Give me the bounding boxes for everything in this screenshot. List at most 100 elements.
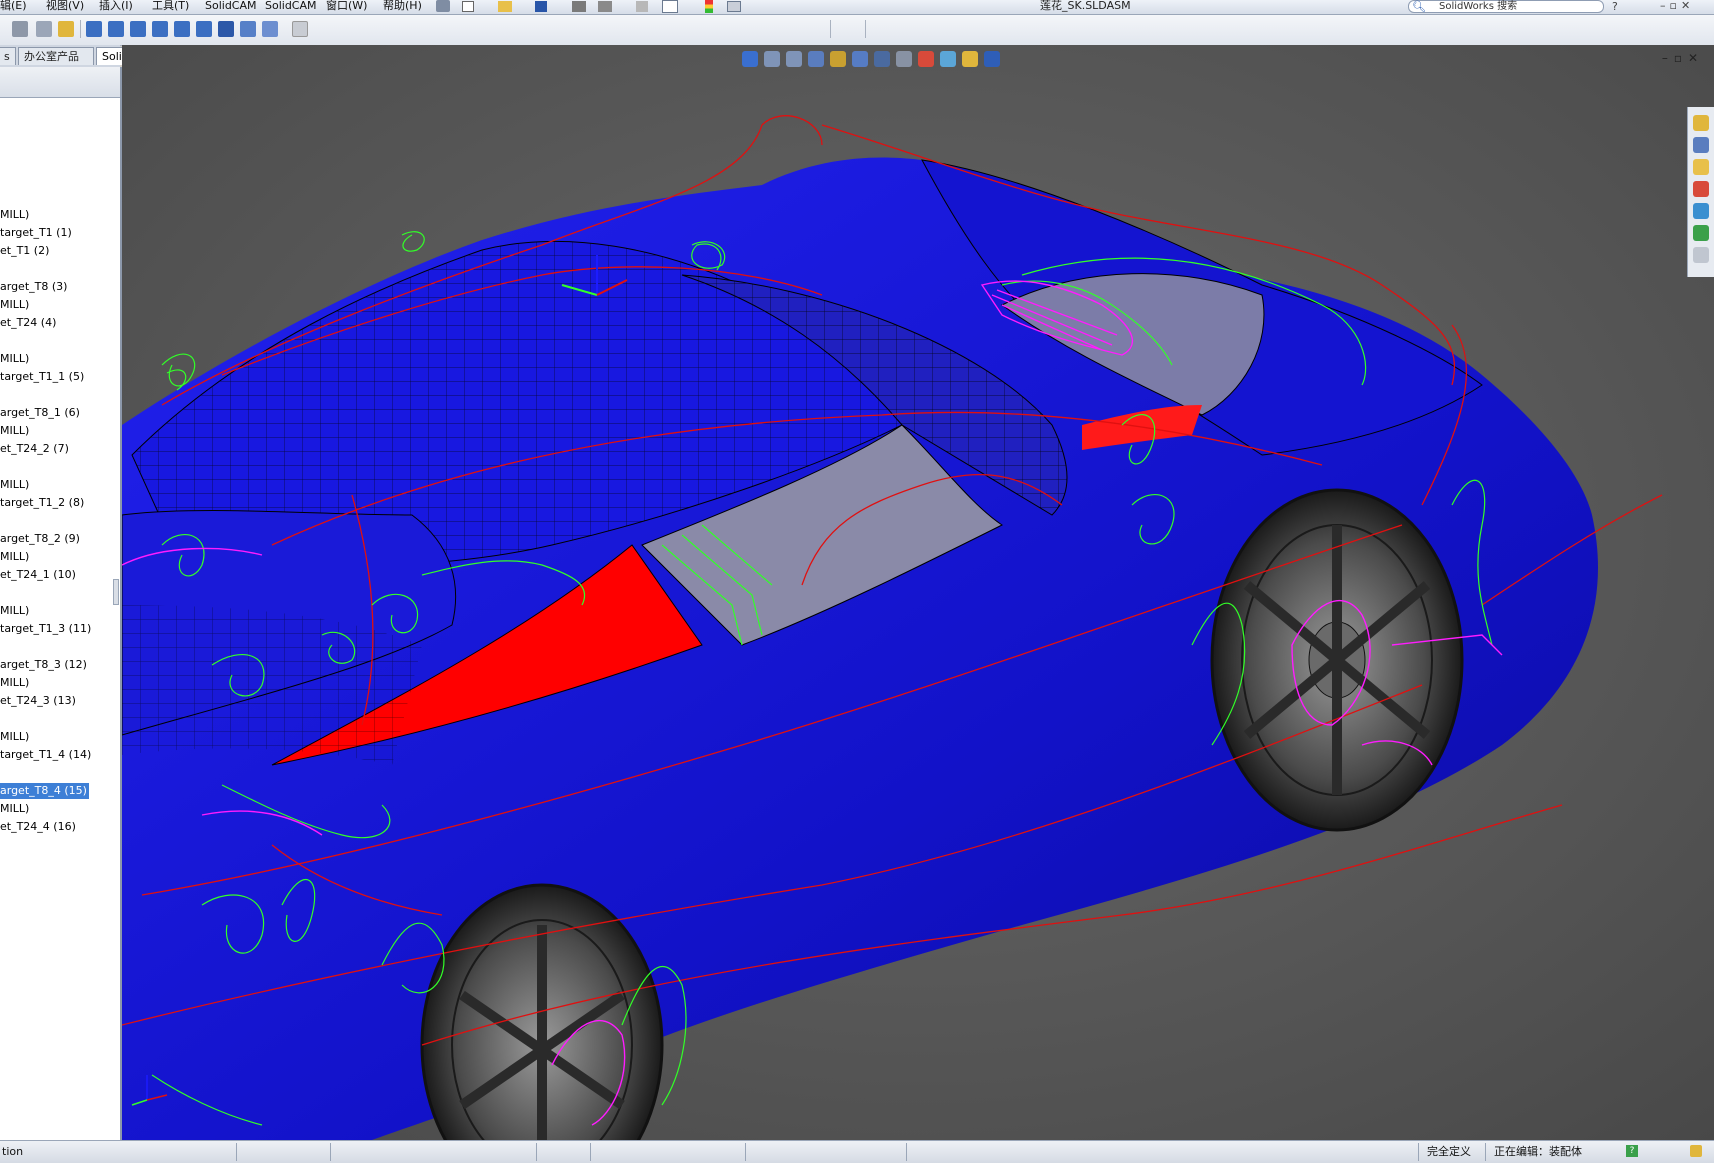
tree-item-selected[interactable]: arget_T8_4 (15) [0,783,89,799]
open-folder-icon[interactable] [498,1,512,12]
manager-tabs: s 办公室产品 SolidCAM [0,45,162,67]
tree-item[interactable]: MILL) [0,603,29,619]
save-icon[interactable] [535,1,547,12]
menu-solidcam-2[interactable]: SolidCAM [265,0,317,12]
display-style-icon[interactable] [874,51,890,67]
view-bottom-icon[interactable] [196,21,212,37]
tree-item[interactable]: target_T1 (1) [0,225,72,241]
help-icon[interactable]: ? [1626,1145,1638,1157]
tree-item[interactable]: target_T1_2 (8) [0,495,84,511]
car-model-view [122,45,1714,1140]
lock-icon[interactable] [58,21,74,37]
select-arrow-icon[interactable] [662,0,678,13]
custom-properties-icon[interactable] [1693,247,1709,263]
view-front-icon[interactable] [86,21,102,37]
new-document-icon[interactable] [462,1,474,12]
options-icon[interactable] [727,1,741,12]
tree-item[interactable]: target_T1_3 (11) [0,621,91,637]
window-controls[interactable]: –▫✕ [1660,0,1694,12]
view-iso-icon[interactable] [218,21,234,37]
panel-collapse-handle[interactable] [113,579,119,605]
status-left: tion [2,1145,24,1158]
notification-icon[interactable] [1690,1145,1702,1157]
view-palette-icon[interactable] [1693,181,1709,197]
tree-item[interactable]: et_T24 (4) [0,315,56,331]
print-preview-icon[interactable] [598,1,612,12]
tree-item[interactable]: MILL) [0,423,29,439]
tree-item[interactable]: arget_T8_1 (6) [0,405,80,421]
tree-item[interactable]: MILL) [0,351,29,367]
assembly-icon[interactable] [36,21,52,37]
menu-window[interactable]: 窗口(W) [326,0,367,12]
tree-item[interactable]: et_T1 (2) [0,243,49,259]
menu-help[interactable]: 帮助(H) [383,0,422,12]
view-top-icon[interactable] [174,21,190,37]
search-icon: 🔍︎ [1412,0,1426,13]
tree-item[interactable]: target_T1_1 (5) [0,369,84,385]
tree-item[interactable]: et_T24_4 (16) [0,819,76,835]
tree-item[interactable]: arget_T8_3 (12) [0,657,87,673]
view-normal-icon[interactable] [262,21,278,37]
tab-office-products[interactable]: 办公室产品 [18,47,94,65]
view-trimetric-icon[interactable] [240,21,256,37]
command-toolbar [0,15,1714,46]
rebuild-icon[interactable] [705,0,713,13]
editing-status: 正在编辑：装配体 [1494,1145,1582,1158]
edit-appearance-icon[interactable] [918,51,934,67]
apply-scene-icon[interactable] [940,51,956,67]
print-icon[interactable] [572,1,586,12]
tree-header [0,67,120,98]
dynamic-annotation-icon[interactable] [830,51,846,67]
menu-bar: 辑(E) 视图(V) 插入(I) 工具(T) SolidCAM SolidCAM… [0,0,1714,15]
search-input[interactable]: 🔍︎ SolidWorks 搜索 [1408,0,1604,13]
tree-item[interactable]: MILL) [0,477,29,493]
menu-view[interactable]: 视图(V) [46,0,84,12]
task-pane [1687,107,1714,277]
pin-icon[interactable] [436,0,450,12]
undo-icon[interactable] [636,1,648,12]
tab-features[interactable]: s [0,47,16,65]
tree-item[interactable]: MILL) [0,801,29,817]
zoom-area-icon[interactable] [764,51,780,67]
tree-item[interactable]: et_T24_3 (13) [0,693,76,709]
help-menu-icon[interactable]: ? [1612,0,1618,13]
front-wheel [1210,488,1464,832]
heads-up-view-toolbar [742,51,1000,71]
tree-item[interactable]: arget_T8_2 (9) [0,531,80,547]
component-icon[interactable] [12,21,28,37]
view-orientation-icon[interactable] [852,51,868,67]
tree-item[interactable]: MILL) [0,297,29,313]
previous-view-icon[interactable] [786,51,802,67]
tree-item[interactable]: MILL) [0,729,29,745]
document-recovery-icon[interactable] [1693,203,1709,219]
view-left-icon[interactable] [130,21,146,37]
folder-icon[interactable] [1693,159,1709,175]
menu-tools[interactable]: 工具(T) [152,0,189,12]
lighting-icon[interactable] [962,51,978,67]
tree-item[interactable]: arget_T8 (3) [0,279,67,295]
view-settings-icon[interactable] [984,51,1000,67]
search-label: SolidWorks 搜索 [1439,1,1518,12]
home-icon[interactable] [1693,115,1709,131]
hide-show-icon[interactable] [896,51,912,67]
close-icon[interactable] [292,21,308,37]
tree-item[interactable]: MILL) [0,549,29,565]
tree-item[interactable]: MILL) [0,675,29,691]
menu-insert[interactable]: 插入(I) [99,0,133,12]
menu-edit[interactable]: 辑(E) [0,0,27,12]
tree-item[interactable]: et_T24_1 (10) [0,567,76,583]
view-right-icon[interactable] [152,21,168,37]
constraint-status: 完全定义 [1427,1145,1471,1158]
view-back-icon[interactable] [108,21,124,37]
graphics-viewport[interactable]: –▫✕ [122,45,1714,1140]
tree-item[interactable]: target_T1_4 (14) [0,747,91,763]
tree-item[interactable]: MILL) [0,207,29,223]
section-view-icon[interactable] [808,51,824,67]
design-library-icon[interactable] [1693,137,1709,153]
tree-item[interactable]: et_T24_2 (7) [0,441,69,457]
status-bar: tion 完全定义 正在编辑：装配体 ? [0,1140,1714,1163]
viewport-window-controls[interactable]: –▫✕ [1662,51,1704,65]
palette-icon[interactable] [1693,225,1709,241]
menu-solidcam-1[interactable]: SolidCAM [205,0,257,12]
zoom-fit-icon[interactable] [742,51,758,67]
